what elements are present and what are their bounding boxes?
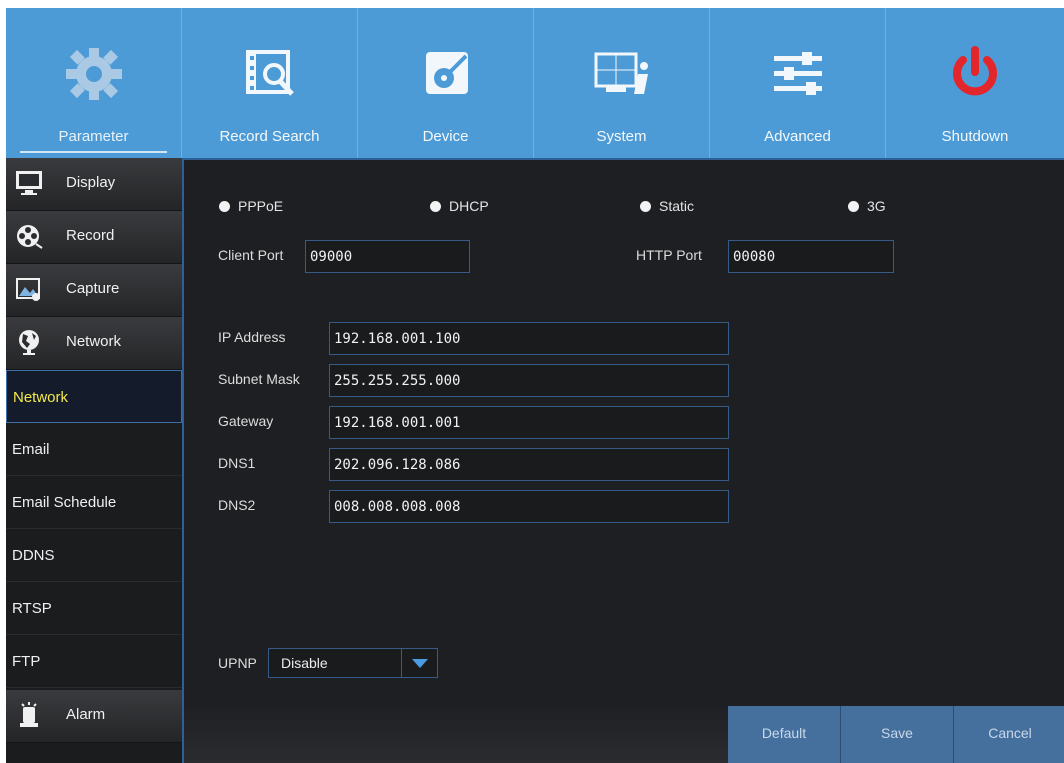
chevron-down-icon[interactable]: [401, 649, 437, 677]
sidebar-item-rtsp[interactable]: RTSP: [6, 582, 182, 635]
radio-label: Static: [659, 198, 695, 214]
upnp-label: UPNP: [218, 655, 257, 671]
radio-label: PPPoE: [238, 198, 284, 214]
dns2-label: DNS2: [218, 497, 256, 513]
radio-static[interactable]: Static: [640, 198, 694, 214]
sidebar-item-label: FTP: [12, 653, 41, 670]
cancel-button[interactable]: Cancel: [953, 706, 1064, 763]
action-buttons: Default Save Cancel: [728, 706, 1064, 763]
globe-icon: [19, 330, 39, 355]
sidebar-item-email[interactable]: Email: [6, 423, 182, 476]
tab-device[interactable]: Device: [358, 8, 534, 158]
sidebar-item-capture[interactable]: Capture: [6, 264, 182, 317]
sidebar-item-label: Network: [13, 389, 69, 406]
sidebar-item-label: Record: [66, 227, 115, 244]
radio-dot: [640, 200, 651, 212]
save-button[interactable]: Save: [840, 706, 953, 763]
tab-label: Shutdown: [941, 128, 1009, 145]
gateway-label: Gateway: [218, 413, 274, 429]
dns2-field[interactable]: [329, 490, 729, 523]
alarm-icon: [20, 702, 38, 727]
tab-system[interactable]: System: [534, 8, 710, 158]
radio-dot: [848, 200, 859, 212]
radio-3g[interactable]: 3G: [848, 198, 886, 214]
sidebar-item-label: Email: [12, 441, 50, 458]
sidebar-item-record[interactable]: Record: [6, 211, 182, 264]
http-port-field[interactable]: [728, 240, 894, 273]
sidebar-item-email-schedule[interactable]: Email Schedule: [6, 476, 182, 529]
radio-label: DHCP: [449, 198, 489, 214]
network-settings-panel: PPPoE DHCP Static 3G Client Port HTTP Po…: [182, 158, 1064, 763]
client-port-field[interactable]: [305, 240, 470, 273]
dvr-settings-window: Parameter Record Search Device System Ad…: [6, 8, 1064, 763]
tab-record-search[interactable]: Record Search: [182, 8, 358, 158]
dns1-field[interactable]: [329, 448, 729, 481]
upnp-dropdown[interactable]: Disable: [268, 648, 438, 678]
ip-address-label: IP Address: [218, 329, 286, 345]
power-icon: [953, 46, 997, 96]
sidebar-item-label: Display: [66, 174, 116, 191]
picture-icon: [16, 278, 40, 301]
monitor-icon: [16, 171, 42, 195]
radio-dot: [430, 200, 441, 212]
dns1-label: DNS1: [218, 455, 256, 471]
upnp-selected-value: Disable: [281, 655, 328, 671]
subnet-mask-label: Subnet Mask: [218, 371, 300, 387]
radio-dot: [219, 200, 230, 212]
bottom-bar: [184, 706, 728, 763]
sidebar-item-label: Email Schedule: [12, 494, 117, 511]
record-search-icon: [245, 50, 294, 96]
gateway-field[interactable]: [329, 406, 729, 439]
sidebar-item-network[interactable]: Network: [6, 370, 182, 423]
client-port-label: Client Port: [218, 247, 284, 263]
sidebar-item-label: Alarm: [66, 706, 106, 723]
tab-label: Parameter: [58, 128, 129, 145]
radio-dhcp[interactable]: DHCP: [430, 198, 489, 214]
radio-pppoe[interactable]: PPPoE: [219, 198, 283, 214]
sidebar-item-label: Network: [66, 333, 122, 350]
sidebar-item-network-section[interactable]: Network: [6, 317, 182, 370]
tab-label: Record Search: [219, 128, 320, 145]
gear-icon: [65, 48, 122, 100]
tab-label: Advanced: [764, 128, 831, 145]
device-icon: [425, 52, 468, 94]
tab-shutdown[interactable]: Shutdown: [886, 8, 1064, 158]
tab-label: System: [596, 128, 647, 145]
system-icon: [594, 52, 648, 94]
ip-address-field[interactable]: [329, 322, 729, 355]
radio-label: 3G: [867, 198, 886, 214]
advanced-icon: [773, 52, 822, 95]
sidebar-item-ftp[interactable]: FTP: [6, 635, 182, 688]
sidebar-item-label: RTSP: [12, 600, 52, 617]
top-navigation-bar: Parameter Record Search Device System Ad…: [6, 8, 1064, 158]
subnet-mask-field[interactable]: [329, 364, 729, 397]
film-reel-icon: [17, 225, 43, 249]
sidebar: Display Record Capture Network Network E…: [6, 158, 182, 763]
default-button[interactable]: Default: [728, 706, 840, 763]
sidebar-item-label: DDNS: [12, 547, 55, 564]
sidebar-item-display[interactable]: Display: [6, 158, 182, 211]
tab-parameter[interactable]: Parameter: [6, 8, 182, 158]
tab-label: Device: [422, 128, 469, 145]
tab-advanced[interactable]: Advanced: [710, 8, 886, 158]
http-port-label: HTTP Port: [636, 247, 702, 263]
sidebar-item-label: Capture: [66, 280, 120, 297]
sidebar-item-alarm[interactable]: Alarm: [6, 690, 182, 743]
sidebar-item-ddns[interactable]: DDNS: [6, 529, 182, 582]
